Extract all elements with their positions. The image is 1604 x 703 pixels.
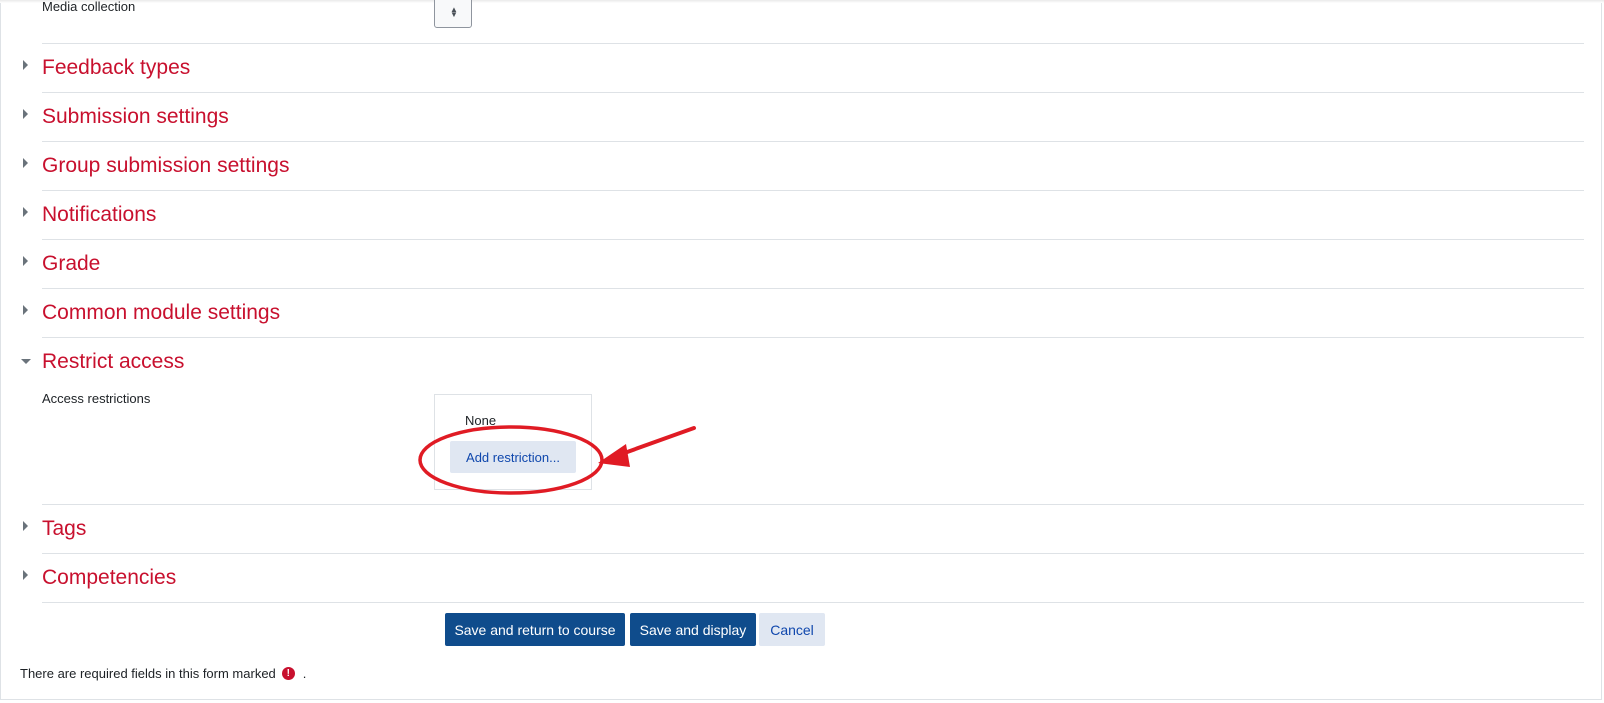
section-restrict-access[interactable]: Restrict access bbox=[21, 337, 1584, 504]
cancel-button[interactable]: Cancel bbox=[759, 613, 825, 646]
access-restrictions-label: Access restrictions bbox=[42, 391, 151, 406]
top-shadow bbox=[0, 0, 1604, 3]
section-title[interactable]: Submission settings bbox=[42, 105, 229, 129]
chevron-down-icon[interactable] bbox=[21, 359, 31, 364]
chevron-right-icon[interactable] bbox=[23, 60, 28, 70]
section-tags[interactable]: Tags bbox=[23, 504, 1584, 553]
chevron-right-icon[interactable] bbox=[23, 109, 28, 119]
save-and-return-button[interactable]: Save and return to course bbox=[445, 613, 625, 646]
section-submission-settings[interactable]: Submission settings bbox=[23, 92, 1584, 141]
availability-box: None Add restriction... bbox=[434, 394, 592, 490]
section-title[interactable]: Restrict access bbox=[42, 350, 184, 374]
section-divider bbox=[42, 602, 1584, 604]
chevron-right-icon[interactable] bbox=[23, 158, 28, 168]
section-title[interactable]: Notifications bbox=[42, 203, 156, 227]
add-restriction-button[interactable]: Add restriction... bbox=[450, 441, 576, 473]
chevron-right-icon[interactable] bbox=[23, 521, 28, 531]
chevron-right-icon[interactable] bbox=[23, 305, 28, 315]
media-collection-label: Media collection bbox=[42, 0, 136, 14]
chevron-right-icon[interactable] bbox=[23, 570, 28, 580]
section-title[interactable]: Grade bbox=[42, 252, 100, 276]
required-note-text: There are required fields in this form m… bbox=[20, 666, 276, 681]
save-and-display-button[interactable]: Save and display bbox=[630, 613, 756, 646]
section-notifications[interactable]: Notifications bbox=[23, 190, 1584, 239]
exclamation-circle-icon: ! bbox=[281, 667, 295, 680]
select-caret-icon: ▲ ▼ bbox=[450, 5, 458, 19]
required-fields-note: There are required fields in this form m… bbox=[20, 666, 306, 681]
section-title[interactable]: Common module settings bbox=[42, 301, 280, 325]
section-feedback-types[interactable]: Feedback types bbox=[23, 43, 1584, 92]
section-competencies[interactable]: Competencies bbox=[23, 553, 1584, 602]
chevron-right-icon[interactable] bbox=[23, 207, 28, 217]
section-title[interactable]: Feedback types bbox=[42, 56, 190, 80]
section-title[interactable]: Competencies bbox=[42, 566, 176, 590]
restrictions-value: None bbox=[465, 413, 497, 428]
media-collection-select[interactable]: ▲ ▼ bbox=[434, 0, 472, 28]
edit-assignment-form: Media collection ▲ ▼ Feedback types Submi… bbox=[0, 0, 1604, 703]
section-common-module-settings[interactable]: Common module settings bbox=[23, 288, 1584, 337]
required-note-suffix: . bbox=[302, 666, 307, 681]
section-title[interactable]: Group submission settings bbox=[42, 154, 289, 178]
section-title[interactable]: Tags bbox=[42, 517, 86, 541]
chevron-right-icon[interactable] bbox=[23, 256, 28, 266]
section-group-submission-settings[interactable]: Group submission settings bbox=[23, 141, 1584, 190]
section-grade[interactable]: Grade bbox=[23, 239, 1584, 288]
